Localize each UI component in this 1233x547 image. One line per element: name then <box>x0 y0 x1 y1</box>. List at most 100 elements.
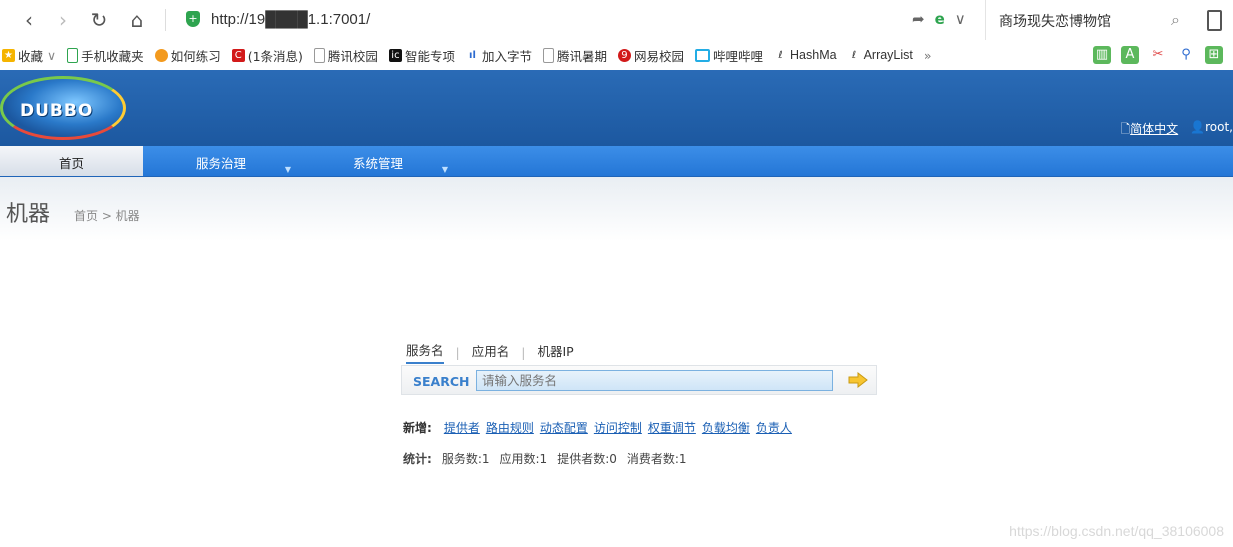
ie-engine-icon[interactable]: e <box>935 10 945 28</box>
bookmark-item[interactable]: ic 智能专项 <box>388 46 455 65</box>
gamepad-icon[interactable]: ⊞ <box>1205 46 1223 64</box>
share-icon[interactable]: ➦ <box>912 10 925 28</box>
user-icon: 👤 <box>1190 120 1206 134</box>
add-owner-link[interactable]: 负责人 <box>756 419 792 436</box>
reload-icon[interactable]: ↻ <box>86 7 112 33</box>
page-heading: 机器 首页 > 机器 <box>0 177 1233 241</box>
add-config-link[interactable]: 动态配置 <box>540 419 588 436</box>
watermark: https://blog.csdn.net/qq_38106008 <box>1009 523 1224 539</box>
page-icon: ℓ <box>774 48 788 62</box>
dubbo-logo[interactable]: DUBBO <box>0 74 132 142</box>
bookmark-item[interactable]: C (1条消息) <box>231 46 303 65</box>
page-title: 机器 <box>6 202 51 227</box>
address-bar-url[interactable]: http://19████1.1:7001/ <box>211 11 370 28</box>
security-shield-icon[interactable]: + <box>186 11 200 27</box>
bookmark-item[interactable]: 如何练习 <box>154 46 221 65</box>
stat-providers: 提供者数:0 <box>557 452 617 466</box>
stat-applications: 应用数:1 <box>499 452 548 466</box>
breadcrumb[interactable]: 首页 > 机器 <box>74 207 140 224</box>
bookmark-item[interactable]: 腾讯暑期 <box>542 46 607 65</box>
star-icon: ★ <box>2 48 15 62</box>
language-link-text[interactable]: 简体中文 <box>1130 122 1178 136</box>
page-icon <box>313 47 325 63</box>
bookmark-label: 网易校园 <box>633 48 684 64</box>
search-type-tabs: 服务名 | 应用名 | 机器IP <box>406 340 574 364</box>
search-bar: SEARCH <box>401 365 877 395</box>
translate-icon[interactable]: A <box>1121 46 1139 64</box>
bookmark-label: HashMa <box>790 48 837 62</box>
stats-label: 统计: <box>403 452 432 466</box>
tab-system-management[interactable]: 系统管理 ▼ <box>300 146 456 176</box>
site-icon <box>154 48 168 62</box>
bookmark-item[interactable]: ıl 加入字节 <box>465 46 532 65</box>
bookmark-label: ArrayList <box>863 48 913 62</box>
search-icon[interactable]: ⚲ <box>1177 46 1195 64</box>
forward-icon[interactable]: › <box>50 7 76 33</box>
add-provider-link[interactable]: 提供者 <box>444 419 480 436</box>
mobile-icon[interactable] <box>1207 10 1222 31</box>
language-link[interactable]: 🗋简体中文 <box>1121 120 1179 141</box>
add-label: 新增: <box>403 421 432 435</box>
browser-search-text[interactable]: 商场现失恋博物馆 <box>999 11 1111 31</box>
search-label: SEARCH <box>413 374 470 389</box>
bookmark-label: 收藏 <box>18 48 44 64</box>
bookmark-item[interactable]: 9 网易校园 <box>617 46 684 65</box>
tab-label: 首页 <box>58 156 84 171</box>
chevron-down-icon[interactable]: ∨ <box>955 10 966 28</box>
bookmark-item[interactable]: 哔哩哔哩 <box>695 46 763 65</box>
bilibili-icon <box>695 48 710 62</box>
address-bar-actions: ➦ e ∨ <box>912 10 966 28</box>
search-icon[interactable]: ⌕ <box>1171 10 1180 30</box>
divider <box>165 9 166 31</box>
netease-icon: 9 <box>617 48 631 62</box>
search-tab-application[interactable]: 应用名 <box>472 341 510 363</box>
search-tab-service[interactable]: 服务名 <box>406 340 444 364</box>
scissors-icon[interactable]: ✂ <box>1149 46 1167 64</box>
bookmark-label: (1条消息) <box>247 48 303 64</box>
bookmark-label: 智能专项 <box>404 48 455 64</box>
bookmark-label: 哔哩哔哩 <box>713 48 764 64</box>
main-nav: 首页 服务治理 ▼ 系统管理 ▼ <box>0 146 1233 177</box>
page-icon <box>542 47 554 63</box>
more-bookmarks-icon[interactable]: » <box>924 48 932 63</box>
bookmark-item[interactable]: ℓ ArrayList <box>847 48 913 62</box>
site-icon: ic <box>388 48 402 62</box>
bookmark-item[interactable]: 手机收藏夹 <box>67 46 144 65</box>
bookmark-label: 手机收藏夹 <box>81 48 144 64</box>
logo-text: DUBBO <box>20 101 94 121</box>
user-menu[interactable]: 👤root, <box>1190 120 1233 141</box>
divider: | <box>521 344 526 360</box>
page-icon: ℓ <box>847 48 861 62</box>
app-header: DUBBO 🗋简体中文 👤root, <box>0 70 1233 146</box>
search-input[interactable] <box>476 370 833 391</box>
header-links: 🗋简体中文 👤root, <box>1121 120 1233 141</box>
search-tab-machine-ip[interactable]: 机器IP <box>537 341 573 363</box>
phone-icon <box>67 47 79 63</box>
browser-toolbar: ‹ › ↻ ⌂ + http://19████1.1:7001/ ➦ e ∨ 商… <box>0 0 1233 41</box>
tab-label: 系统管理 <box>352 156 403 171</box>
arrow-right-icon[interactable] <box>848 372 868 388</box>
add-route-link[interactable]: 路由规则 <box>486 419 534 436</box>
tab-home[interactable]: 首页 <box>0 146 143 176</box>
add-weight-link[interactable]: 权重调节 <box>648 419 696 436</box>
bookmark-item[interactable]: 腾讯校园 <box>313 46 378 65</box>
divider: | <box>455 344 460 360</box>
home-icon[interactable]: ⌂ <box>124 7 150 33</box>
stat-consumers: 消费者数:1 <box>626 452 687 466</box>
add-loadbalance-link[interactable]: 负载均衡 <box>702 419 750 436</box>
browser-search-box[interactable]: 商场现失恋博物馆 ⌕ <box>985 0 1192 40</box>
tab-service-governance[interactable]: 服务治理 ▼ <box>143 146 299 176</box>
reader-icon[interactable]: ▥ <box>1093 46 1111 64</box>
add-access-link[interactable]: 访问控制 <box>594 419 642 436</box>
bookmark-item[interactable]: ℓ HashMa <box>774 48 837 62</box>
back-icon[interactable]: ‹ <box>16 7 42 33</box>
csdn-icon: C <box>231 48 245 62</box>
user-name: root, <box>1205 120 1233 134</box>
extension-toolbar: ▥ A ✂ ⚲ ⊞ <box>1093 46 1223 64</box>
bookmark-label: 腾讯校园 <box>327 48 378 64</box>
bookmark-label: 加入字节 <box>481 48 532 64</box>
add-links: 新增: 提供者 路由规则 动态配置 访问控制 权重调节 负载均衡 负责人 <box>403 419 792 436</box>
bookmark-item[interactable]: ★ 收藏 ∨ <box>2 46 56 65</box>
stats: 统计: 服务数:1 应用数:1 提供者数:0 消费者数:1 <box>403 450 687 467</box>
chart-icon: ıl <box>465 48 479 62</box>
